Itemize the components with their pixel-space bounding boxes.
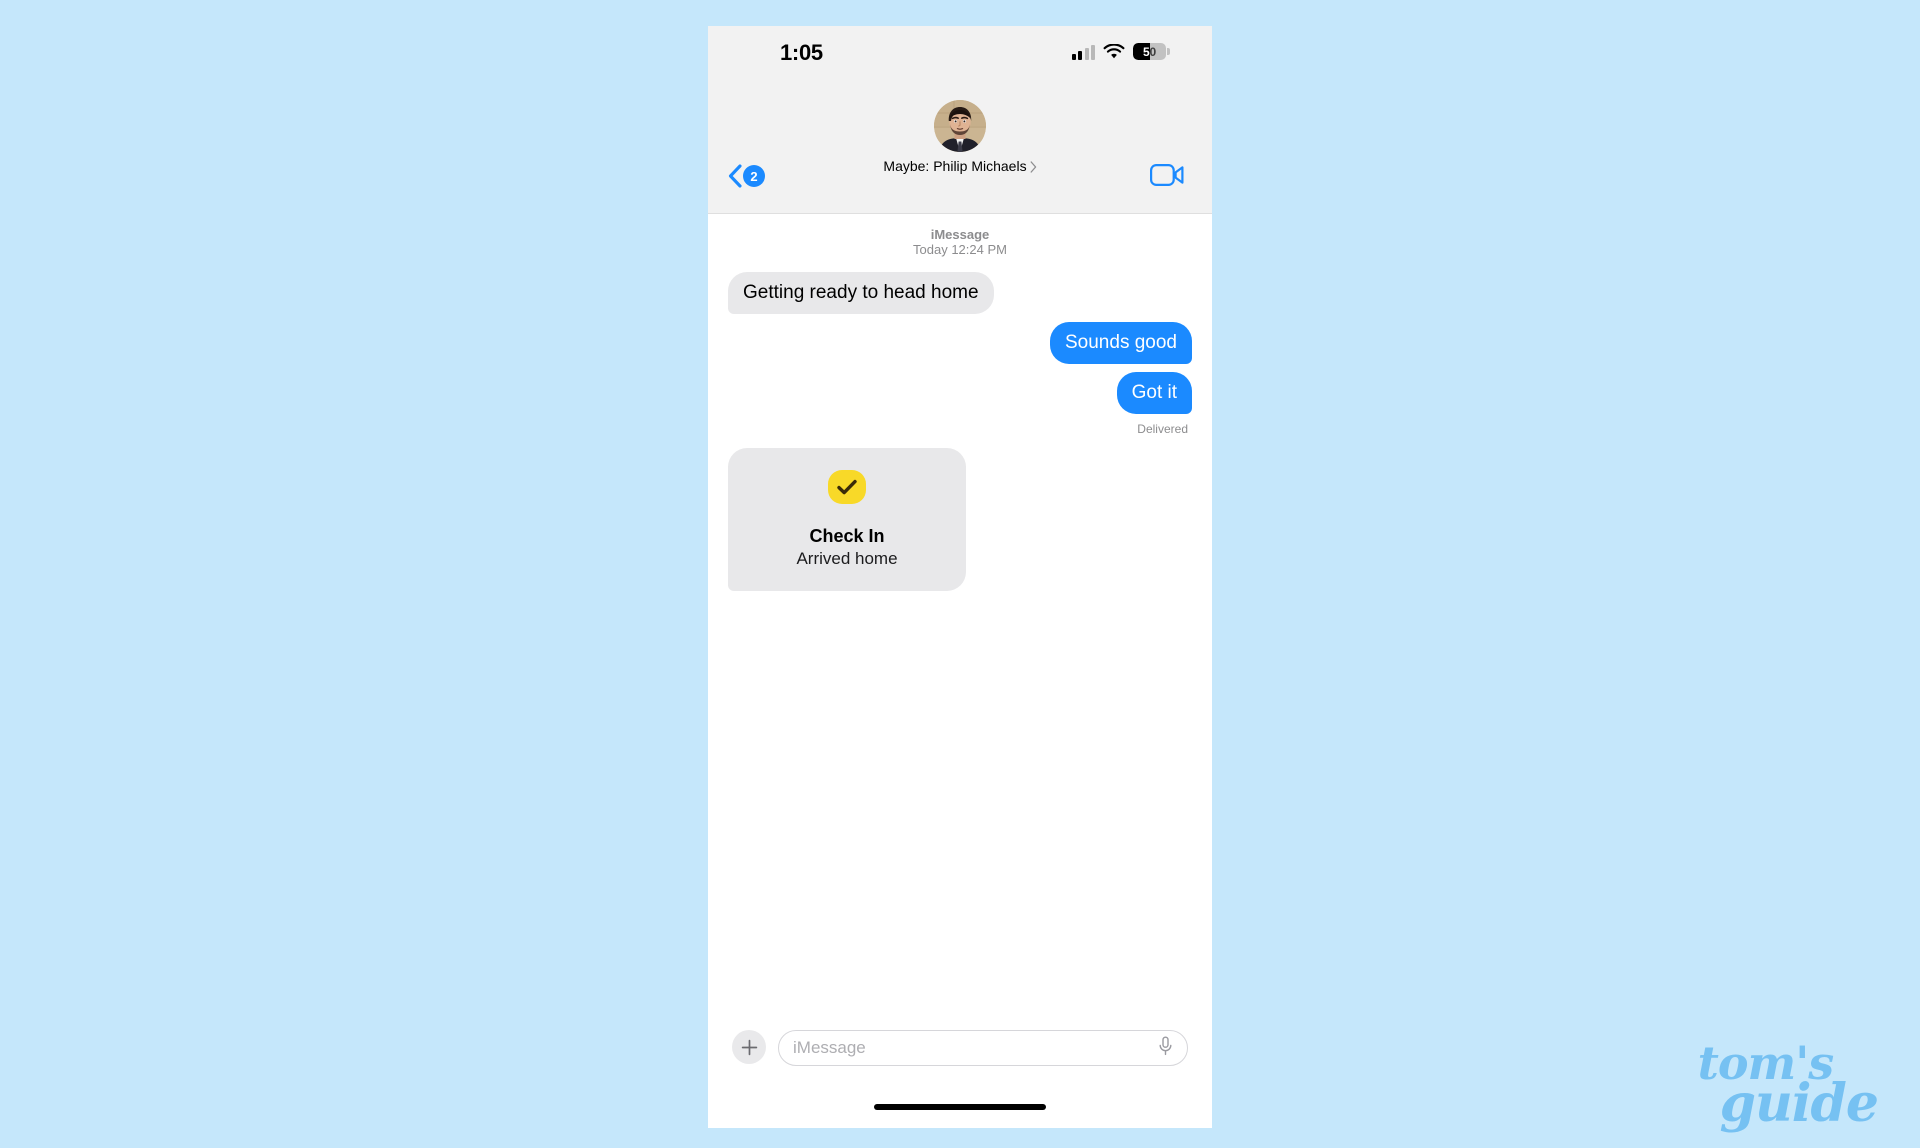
- cellular-signal-icon: [1071, 44, 1095, 60]
- home-indicator: [874, 1104, 1046, 1110]
- checkmark-icon: [828, 470, 866, 505]
- nav-header: 2 Maybe: Philip Michaels: [708, 82, 1212, 214]
- message-service: iMessage: [930, 227, 990, 242]
- video-camera-icon: [1150, 164, 1184, 190]
- delivery-status: Delivered: [1137, 422, 1188, 437]
- battery-icon: 50: [1133, 43, 1166, 60]
- plus-icon: [741, 1039, 757, 1055]
- status-indicators: 50: [1071, 43, 1170, 60]
- microphone-icon[interactable]: [1158, 1036, 1173, 1061]
- phone-screen: 1:05 50 2 Maybe: Philip Michaels iMessag…: [708, 26, 1212, 1128]
- message-bubble-incoming[interactable]: Getting ready to head home: [722, 271, 994, 315]
- wifi-icon: [1103, 43, 1125, 60]
- contact-header[interactable]: Maybe: Philip Michaels: [708, 100, 1212, 174]
- status-bar: 1:05 50: [708, 26, 1212, 82]
- add-attachment-button[interactable]: [732, 1030, 766, 1064]
- message-row: Got it: [728, 372, 1199, 415]
- message-input[interactable]: [793, 1038, 1158, 1058]
- contact-name: Maybe: Philip Michaels: [883, 158, 1027, 174]
- message-input-field[interactable]: [778, 1030, 1188, 1066]
- avatar[interactable]: [934, 100, 986, 152]
- watermark-line-2: guide: [1719, 1073, 1879, 1135]
- battery-percent: 50: [1143, 44, 1156, 59]
- battery-cap: [1167, 48, 1170, 55]
- message-row: Sounds good: [728, 322, 1198, 365]
- message-row: Check In Arrived home: [722, 448, 1192, 592]
- toms-guide-watermark: tom's guide: [1698, 1040, 1879, 1135]
- facetime-button[interactable]: [1150, 164, 1184, 191]
- check-in-card[interactable]: Check In Arrived home: [722, 448, 966, 592]
- message-list[interactable]: iMessage Today 12:24 PM Getting ready to…: [708, 214, 1212, 1017]
- message-time: Today 12:24 PM: [913, 241, 1007, 257]
- status-time: 1:05: [780, 40, 823, 65]
- conversation-timestamp: iMessage Today 12:24 PM: [728, 227, 1192, 258]
- check-in-subtitle: Arrived home: [796, 549, 898, 569]
- chevron-right-icon: [1030, 160, 1037, 173]
- check-in-title: Check In: [809, 526, 885, 547]
- message-bubble-outgoing[interactable]: Got it: [1116, 372, 1199, 415]
- message-input-bar: [708, 1018, 1212, 1128]
- message-bubble-outgoing[interactable]: Sounds good: [1050, 322, 1198, 365]
- message-row: Getting ready to head home: [722, 271, 1192, 315]
- contact-name-row: Maybe: Philip Michaels: [883, 158, 1036, 174]
